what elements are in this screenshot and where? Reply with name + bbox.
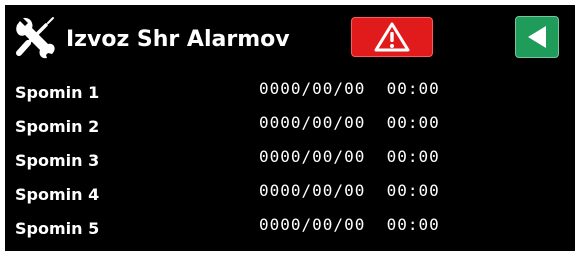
alarm-label: Spomin 2 (15, 117, 100, 136)
alarm-datetime: 0000/00/00 00:00 (259, 181, 440, 200)
alarm-datetime: 0000/00/00 00:00 (259, 147, 440, 166)
page-title: Izvoz Shr Alarmov (66, 27, 290, 52)
alarm-label: Spomin 1 (15, 83, 100, 102)
alarm-label: Spomin 3 (15, 151, 100, 170)
screen: Izvoz Shr Alarmov Spomin 1 0000/00/00 00… (5, 5, 575, 251)
alarm-button[interactable] (351, 17, 433, 57)
back-arrow-icon (528, 26, 546, 48)
warning-triangle-icon (374, 22, 410, 52)
list-item: Spomin 3 0000/00/00 00:00 (5, 143, 575, 177)
wrench-screwdriver-icon (12, 15, 60, 59)
alarm-label: Spomin 4 (15, 185, 100, 204)
alarm-datetime: 0000/00/00 00:00 (259, 215, 440, 234)
list-item: Spomin 2 0000/00/00 00:00 (5, 109, 575, 143)
alarm-memory-list: Spomin 1 0000/00/00 00:00 Spomin 2 0000/… (5, 75, 575, 245)
header: Izvoz Shr Alarmov (5, 5, 575, 67)
list-item: Spomin 4 0000/00/00 00:00 (5, 177, 575, 211)
list-item: Spomin 5 0000/00/00 00:00 (5, 211, 575, 245)
list-item: Spomin 1 0000/00/00 00:00 (5, 75, 575, 109)
alarm-datetime: 0000/00/00 00:00 (259, 79, 440, 98)
back-button[interactable] (515, 16, 559, 58)
alarm-datetime: 0000/00/00 00:00 (259, 113, 440, 132)
alarm-label: Spomin 5 (15, 219, 100, 238)
